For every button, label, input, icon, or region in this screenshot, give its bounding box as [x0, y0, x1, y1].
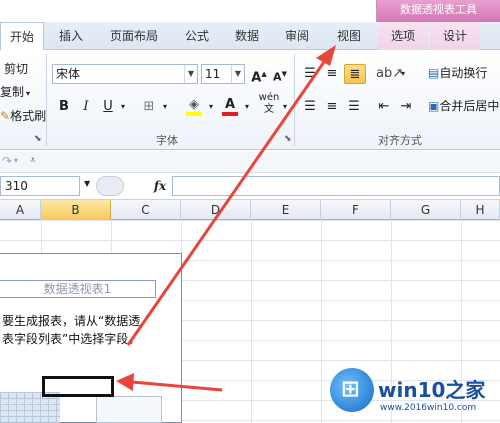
arrow-to-cell: [131, 380, 223, 392]
arrow-to-view-tab: [126, 61, 326, 346]
annotation-arrows: [116, 45, 336, 392]
watermark-url: www.2016win10.com: [380, 403, 477, 413]
arrow-head-icon: [316, 45, 336, 66]
win10-logo-icon: ⊞: [330, 368, 374, 412]
arrow-head-icon: [116, 373, 134, 391]
watermark-name: win10之家: [378, 378, 486, 402]
